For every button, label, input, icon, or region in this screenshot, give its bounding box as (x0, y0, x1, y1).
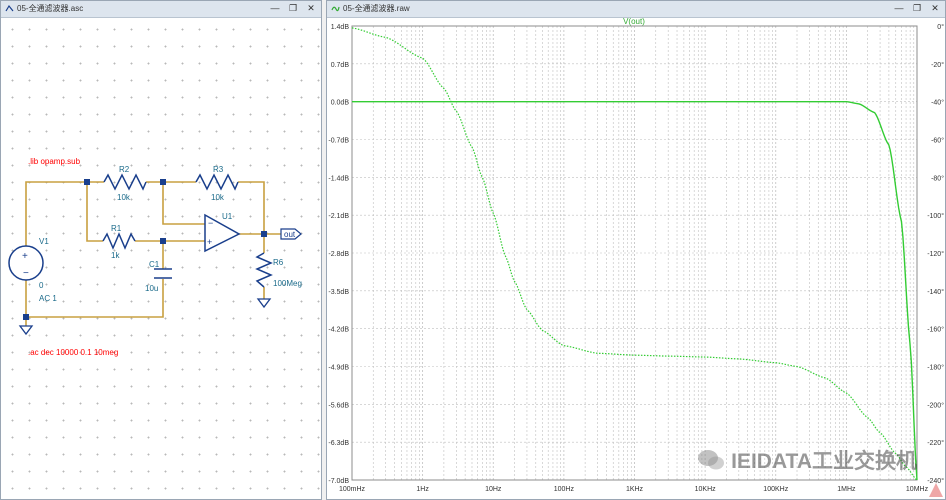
wires (25, 181, 281, 326)
v1-ac: AC 1 (39, 294, 57, 303)
watermark: IEIDATA工业交换机 (697, 445, 917, 475)
y2-tick-label: -60° (931, 137, 944, 145)
y-tick-label: -1.4dB (328, 175, 349, 182)
svg-text:−: − (208, 218, 213, 228)
y-tick-label: -7.0dB (328, 478, 349, 485)
v1-dc: 0 (39, 281, 44, 290)
v1-name: V1 (39, 237, 49, 246)
schematic-icon (5, 4, 14, 12)
restore-icon[interactable]: ❐ (287, 3, 299, 14)
svg-text:−: − (23, 268, 29, 279)
restore-icon[interactable]: ❐ (911, 3, 923, 14)
out-label: out (284, 230, 296, 239)
plot-window[interactable]: 05-全通滤波器.raw — ❐ ✕ 1.4dB 0.7dB 0.0dB -0.7dB… (326, 0, 946, 500)
y-tick-label: 0.7dB (331, 62, 350, 69)
c1-value: 10u (145, 284, 158, 293)
x-tick-label: 10MHz (906, 486, 929, 493)
y2-tick-label: -80° (931, 174, 944, 182)
ground-icon (256, 298, 272, 309)
y2-tick-label: -20° (931, 61, 944, 69)
y2-tick-label: -40° (931, 99, 944, 107)
resistor-r2[interactable] (103, 173, 147, 191)
resistor-r6[interactable] (255, 252, 273, 288)
y-tick-label: -3.5dB (328, 289, 349, 296)
waveform-icon (331, 6, 340, 12)
plot-title: 05-全通滤波器.raw (343, 4, 410, 13)
x-tick-label: 100Hz (554, 486, 575, 493)
r6-name: R6 (273, 258, 284, 267)
close-icon[interactable]: ✕ (305, 3, 317, 14)
x-tick-label: 100mHz (339, 486, 366, 493)
x-tick-label: 10Hz (485, 486, 502, 493)
resistor-r1[interactable] (102, 232, 136, 250)
y2-tick-label: -180° (927, 364, 944, 372)
junctions (23, 179, 267, 320)
schematic-drawing[interactable]: R2 10k R3 10k R1 1k C1 10u − + U1 out R6… (1, 18, 321, 499)
y2-tick-label: -160° (927, 326, 944, 334)
c1-name: C1 (149, 260, 160, 269)
y-tick-label: -6.3dB (328, 440, 349, 447)
schematic-title: 05-全通滤波器.asc (17, 4, 84, 13)
y-tick-label: -2.8dB (328, 251, 349, 258)
voltage-source-v1[interactable]: + − (8, 245, 44, 281)
bode-plot[interactable]: 1.4dB 0.7dB 0.0dB -0.7dB -1.4dB -2.1dB -2.8dB -… (327, 17, 945, 499)
r3-value: 10k (211, 193, 225, 202)
y2-tick-label: 0° (937, 23, 944, 31)
plot-pane[interactable]: 1.4dB 0.7dB 0.0dB -0.7dB -1.4dB -2.1dB -2.8dB -… (327, 17, 945, 499)
y2-tick-label: -200° (927, 401, 944, 409)
trace-label[interactable]: V(out) (623, 17, 645, 26)
minimize-icon[interactable]: — (269, 3, 281, 14)
r3-name: R3 (213, 165, 224, 174)
schematic-window[interactable]: 05-全通滤波器.asc — ❐ ✕ R2 10k R3 10k R1 1k C… (0, 0, 322, 500)
resistor-r3[interactable] (195, 173, 239, 191)
ac-directive[interactable]: .ac dec 10000 0.1 10meg (28, 348, 118, 357)
y2-tick-label: -100° (927, 212, 944, 220)
plot-axes: 1.4dB 0.7dB 0.0dB -0.7dB -1.4dB -2.1dB -2.8dB -… (328, 23, 944, 493)
lib-directive[interactable]: .lib opamp.sub (28, 157, 81, 166)
r6-value: 100Meg (273, 279, 302, 288)
r2-name: R2 (119, 165, 130, 174)
x-tick-label: 1Hz (416, 486, 429, 493)
u1-name: U1 (222, 212, 233, 221)
x-tick-label: 10KHz (695, 486, 717, 493)
y2-tick-label: -220° (927, 439, 944, 447)
minimize-icon[interactable]: — (893, 3, 905, 14)
y-tick-label: 1.4dB (331, 24, 350, 31)
svg-text:+: + (207, 237, 212, 247)
y2-tick-label: -140° (927, 288, 944, 296)
x-tick-label: 1KHz (626, 486, 644, 493)
schematic-titlebar[interactable]: 05-全通滤波器.asc — ❐ ✕ (1, 1, 321, 18)
y-tick-label: -2.1dB (328, 213, 349, 220)
y-tick-label: -4.9dB (328, 365, 349, 372)
ground-icon (18, 325, 34, 336)
close-icon[interactable]: ✕ (929, 3, 941, 14)
r1-name: R1 (111, 224, 122, 233)
y-tick-label: -5.6dB (328, 402, 349, 409)
wechat-icon (698, 450, 725, 470)
plot-grid (351, 25, 917, 481)
r1-value: 1k (111, 251, 120, 260)
x-tick-label: 100KHz (763, 486, 788, 493)
y2-tick-label: -120° (927, 250, 944, 258)
y-tick-label: 0.0dB (331, 100, 350, 107)
r2-value: 10k (117, 193, 131, 202)
y-tick-label: -0.7dB (328, 138, 349, 145)
x-tick-label: 1MHz (837, 486, 856, 493)
watermark-text: IEIDATA工业交换机 (731, 450, 917, 473)
svg-text:+: + (22, 251, 28, 262)
capacitor-c1[interactable] (154, 268, 172, 279)
brand-logo-icon (929, 483, 943, 497)
y-tick-label: -4.2dB (328, 327, 349, 334)
schematic-canvas[interactable]: R2 10k R3 10k R1 1k C1 10u − + U1 out R6… (1, 18, 321, 499)
net-label-out[interactable]: out (280, 228, 302, 240)
plot-titlebar[interactable]: 05-全通滤波器.raw — ❐ ✕ (327, 1, 945, 18)
